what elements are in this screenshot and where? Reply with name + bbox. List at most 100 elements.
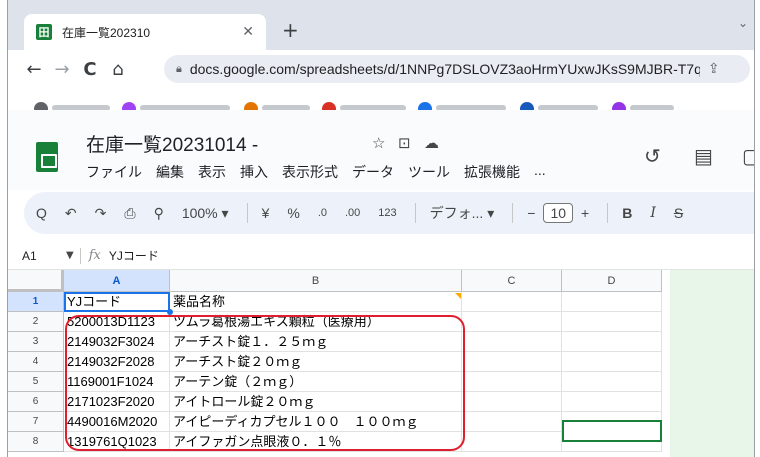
number-format-button[interactable]: 123 <box>378 207 396 219</box>
cell-b8[interactable]: アイファガン点眼液０．１％ <box>170 432 462 452</box>
document-title[interactable]: 在庫一覧20231014 - <box>86 130 258 157</box>
cell-b3[interactable]: アーチスト錠１．２５ｍｇ <box>170 332 462 352</box>
chevron-down-icon[interactable]: ▼ <box>66 250 74 261</box>
cell-d4[interactable] <box>562 352 662 372</box>
cell-a1[interactable]: YJコード <box>64 292 173 315</box>
paint-format-icon[interactable]: ⚲ <box>154 205 164 222</box>
bookmark-favicon-icon[interactable] <box>612 102 626 110</box>
note-indicator-icon[interactable] <box>455 293 461 299</box>
row-header[interactable]: 5 <box>8 372 64 392</box>
cell-c5[interactable] <box>462 372 562 392</box>
cell-a8[interactable]: 1319761Q1023 <box>64 432 170 452</box>
cell-c4[interactable] <box>462 352 562 372</box>
menu-extensions[interactable]: 拡張機能 <box>464 162 520 182</box>
cell-a2[interactable]: 5200013D1123 <box>64 312 170 332</box>
row-header[interactable]: 6 <box>8 392 64 412</box>
row-header[interactable]: 8 <box>8 432 64 452</box>
cell-b4[interactable]: アーチスト錠２０ｍｇ <box>170 352 462 372</box>
bold-button[interactable]: B <box>622 205 632 221</box>
increase-font-size-button[interactable]: + <box>581 205 589 221</box>
cell-a3[interactable]: 2149032F3024 <box>64 332 170 352</box>
bookmark-favicon-icon[interactable] <box>418 102 432 110</box>
select-all-corner[interactable] <box>8 270 64 292</box>
cell-c2[interactable] <box>462 312 562 332</box>
undo-icon[interactable]: ↶ <box>65 205 77 222</box>
formula-input[interactable]: YJコード <box>109 247 159 264</box>
menu-format[interactable]: 表示形式 <box>282 162 338 182</box>
bookmark-favicon-icon[interactable] <box>34 102 48 110</box>
back-button[interactable]: ← <box>20 59 48 80</box>
browser-tab[interactable]: 田 在庫一覧202310 ✕ <box>24 14 266 50</box>
column-header-a[interactable]: A <box>64 270 170 292</box>
cell-b2[interactable]: ツムラ葛根湯エキス顆粒（医療用） <box>170 312 462 332</box>
cell-d6[interactable] <box>562 392 662 412</box>
search-menus-icon[interactable]: Q <box>36 205 47 221</box>
column-header-d[interactable]: D <box>562 270 662 292</box>
cell-d1[interactable] <box>562 292 662 312</box>
name-box[interactable]: A1 <box>8 249 66 263</box>
menu-file[interactable]: ファイル <box>86 162 142 182</box>
star-icon[interactable]: ☆ <box>372 134 385 152</box>
lock-icon[interactable]: 🔒︎ <box>176 62 182 76</box>
cell-b5[interactable]: アーテン錠（２ｍｇ） <box>170 372 462 392</box>
increase-decimal-button[interactable]: .00 <box>345 207 360 219</box>
menu-edit[interactable]: 編集 <box>156 162 184 182</box>
version-history-icon[interactable]: ↺ <box>644 144 661 168</box>
row-header[interactable]: 2 <box>8 312 64 332</box>
cell-c1[interactable] <box>462 292 562 312</box>
cell-d2[interactable] <box>562 312 662 332</box>
print-icon[interactable]: ⎙ <box>124 205 135 222</box>
menu-data[interactable]: データ <box>352 162 394 182</box>
cell-c6[interactable] <box>462 392 562 412</box>
currency-format-button[interactable]: ¥ <box>262 205 270 221</box>
reload-button[interactable]: C <box>76 59 104 80</box>
zoom-select[interactable]: 100% ▾ <box>182 205 229 222</box>
cell-a5[interactable]: 1169001F1024 <box>64 372 170 392</box>
font-size-input[interactable]: 10 <box>543 203 574 223</box>
row-header[interactable]: 3 <box>8 332 64 352</box>
cell-d5[interactable] <box>562 372 662 392</box>
sheets-logo-icon[interactable] <box>36 142 58 172</box>
cell-d3[interactable] <box>562 332 662 352</box>
address-bar[interactable]: 🔒︎ docs.google.com/spreadsheets/d/1NNPg7… <box>164 55 750 83</box>
move-folder-icon[interactable]: ⊡ <box>398 134 411 152</box>
comments-icon[interactable]: ▤ <box>694 144 713 168</box>
italic-button[interactable]: I <box>650 205 656 221</box>
bookmark-favicon-icon[interactable] <box>322 102 336 110</box>
forward-button[interactable]: → <box>48 59 76 80</box>
decrease-font-size-button[interactable]: − <box>527 205 535 221</box>
font-select[interactable]: デフォ... ▾ <box>430 203 495 223</box>
row-header[interactable]: 7 <box>8 412 64 432</box>
cell-b1[interactable]: 薬品名称 <box>170 292 462 312</box>
bookmark-favicon-icon[interactable] <box>244 102 258 110</box>
tab-close-icon[interactable]: ✕ <box>242 24 254 40</box>
cell-b6[interactable]: アイトロール錠２０ｍｇ <box>170 392 462 412</box>
redo-icon[interactable]: ↷ <box>95 205 107 222</box>
url-text[interactable]: docs.google.com/spreadsheets/d/1NNPg7DSL… <box>190 61 700 77</box>
home-button[interactable]: ⌂ <box>104 59 132 80</box>
percent-format-button[interactable]: % <box>287 205 299 221</box>
share-icon[interactable]: ⇪ <box>708 61 720 77</box>
row-header[interactable]: 4 <box>8 352 64 372</box>
menu-more[interactable]: ... <box>534 162 546 182</box>
bookmark-favicon-icon[interactable] <box>122 102 136 110</box>
column-header-b[interactable]: B <box>170 270 462 292</box>
new-tab-button[interactable]: + <box>282 18 299 42</box>
cell-a6[interactable]: 2171023F2020 <box>64 392 170 412</box>
menu-insert[interactable]: 挿入 <box>240 162 268 182</box>
column-header-c[interactable]: C <box>462 270 562 292</box>
cell-c3[interactable] <box>462 332 562 352</box>
tab-search-icon[interactable]: ⌄ <box>738 16 748 30</box>
menu-tools[interactable]: ツール <box>408 162 450 182</box>
cell-a4[interactable]: 2149032F2028 <box>64 352 170 372</box>
decrease-decimal-button[interactable]: .0 <box>318 207 327 219</box>
row-header[interactable]: 1 <box>8 292 64 312</box>
cell-c8[interactable] <box>462 432 562 452</box>
cloud-status-icon[interactable]: ☁ <box>424 134 439 152</box>
bookmark-favicon-icon[interactable] <box>520 102 534 110</box>
strikethrough-button[interactable]: S <box>674 205 683 221</box>
highlighted-cell[interactable] <box>562 420 662 442</box>
cell-c7[interactable] <box>462 412 562 432</box>
cell-a7[interactable]: 4490016M2020 <box>64 412 170 432</box>
menu-view[interactable]: 表示 <box>198 162 226 182</box>
